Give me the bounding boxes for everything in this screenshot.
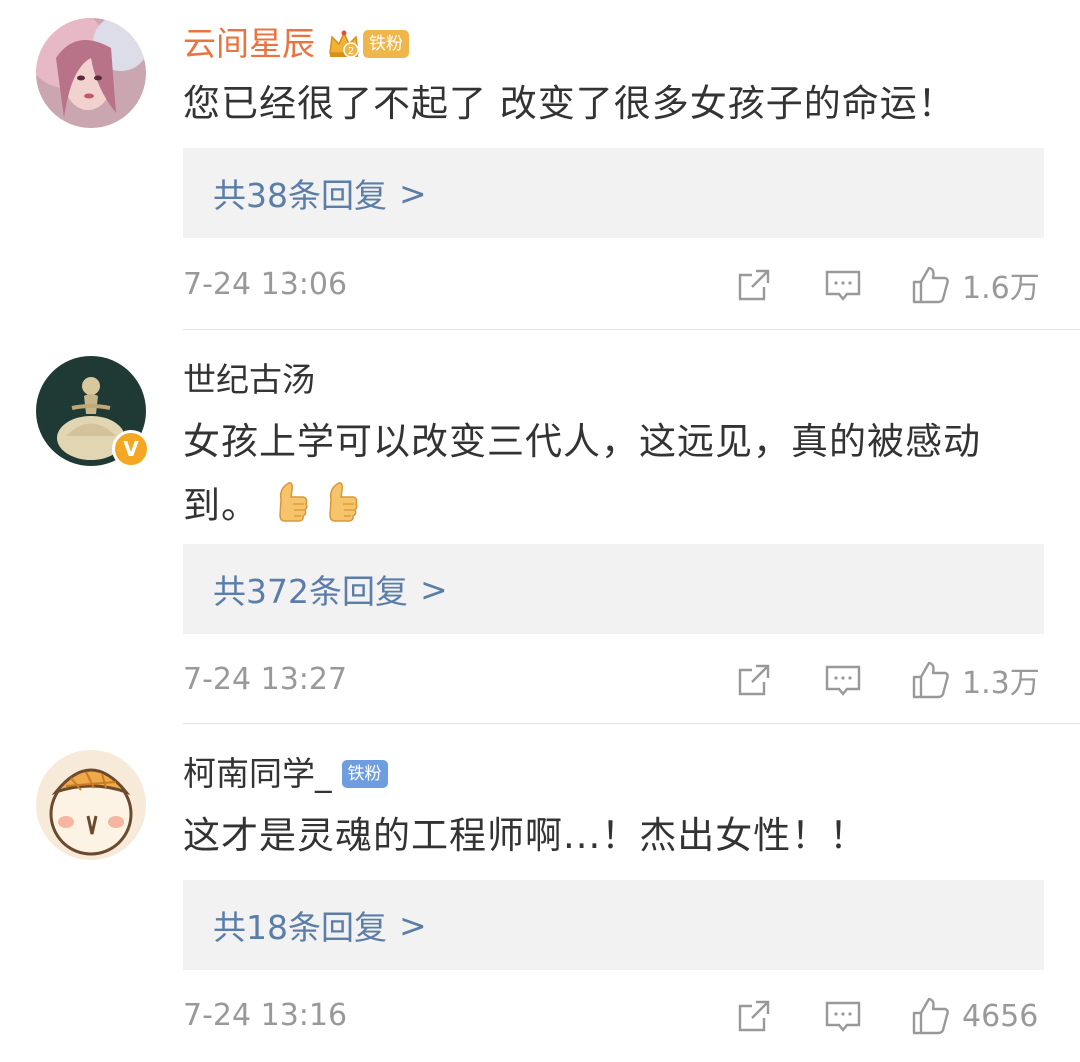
vip-crown-icon: 2 [327, 29, 361, 59]
timestamp: 7-24 13:06 [183, 267, 348, 302]
svg-text:2: 2 [348, 46, 354, 57]
reply-count-label: 共38条回复 [213, 176, 387, 215]
thumbs-up-icon [910, 659, 952, 701]
comment-icon[interactable] [823, 261, 863, 309]
thumbs-up-emoji [273, 480, 309, 544]
like-count: 4656 [962, 998, 1039, 1034]
view-replies-button[interactable]: 共372条回复 > [183, 544, 1044, 634]
username[interactable]: 云间星辰 [183, 22, 315, 66]
comment-text: 女孩上学可以改变三代人，这远见，真的被感动到。 [183, 410, 1043, 544]
share-icon[interactable] [734, 656, 774, 704]
like-count: 1.6万 [962, 271, 1040, 306]
comment-item: V 世纪古汤 女孩上学可以改变三代人，这远见，真的被感动到。 共372条回复 >… [0, 330, 1080, 724]
name-row: 云间星辰 2 铁粉 [183, 22, 409, 66]
share-icon[interactable] [734, 261, 774, 309]
timestamp: 7-24 13:27 [183, 662, 348, 697]
name-row: 世纪古汤 [183, 358, 315, 402]
comment-text: 您已经很了不起了 改变了很多女孩子的命运！ [183, 82, 956, 125]
comment-item: 云间星辰 2 铁粉 您已经很了不起了 改变了很多女孩子的命运！ 共38条回复 >… [0, 0, 1080, 330]
chevron-right-icon: > [420, 569, 448, 609]
comment-meta: 7-24 13:06 1.6万 [183, 261, 1044, 309]
thumbs-up-icon [910, 264, 952, 306]
comment-item: 柯南同学_ 铁粉 这才是灵魂的工程师啊...！杰出女性！！ 共18条回复 > 7… [0, 724, 1080, 1062]
thumbs-up-emoji [323, 480, 359, 544]
comment-icon[interactable] [823, 992, 863, 1040]
comment-icon[interactable] [823, 656, 863, 704]
reply-count-label: 共372条回复 [213, 572, 408, 611]
username[interactable]: 柯南同学_ [183, 752, 332, 796]
avatar[interactable] [36, 750, 146, 860]
comment-meta: 7-24 13:16 4656 [183, 992, 1044, 1040]
fan-badge: 铁粉 [341, 760, 388, 788]
username[interactable]: 世纪古汤 [183, 358, 315, 402]
view-replies-button[interactable]: 共38条回复 > [183, 148, 1044, 238]
like-button[interactable]: 4656 [910, 992, 1038, 1040]
comment-text: 这才是灵魂的工程师啊...！杰出女性！！ [183, 814, 868, 857]
share-icon[interactable] [734, 992, 774, 1040]
chevron-right-icon: > [399, 905, 427, 945]
like-button[interactable]: 1.3万 [910, 656, 1040, 704]
like-count: 1.3万 [962, 666, 1040, 701]
timestamp: 7-24 13:16 [183, 998, 348, 1033]
thumbs-up-icon [910, 995, 952, 1037]
chevron-right-icon: > [399, 173, 427, 213]
fan-badge: 铁粉 [363, 30, 409, 58]
comment-meta: 7-24 13:27 1.3万 [183, 656, 1044, 704]
avatar[interactable] [36, 18, 146, 128]
reply-count-label: 共18条回复 [213, 908, 387, 947]
verified-badge-icon: V [112, 430, 150, 468]
name-row: 柯南同学_ 铁粉 [183, 752, 388, 796]
view-replies-button[interactable]: 共18条回复 > [183, 880, 1044, 970]
like-button[interactable]: 1.6万 [910, 261, 1040, 309]
